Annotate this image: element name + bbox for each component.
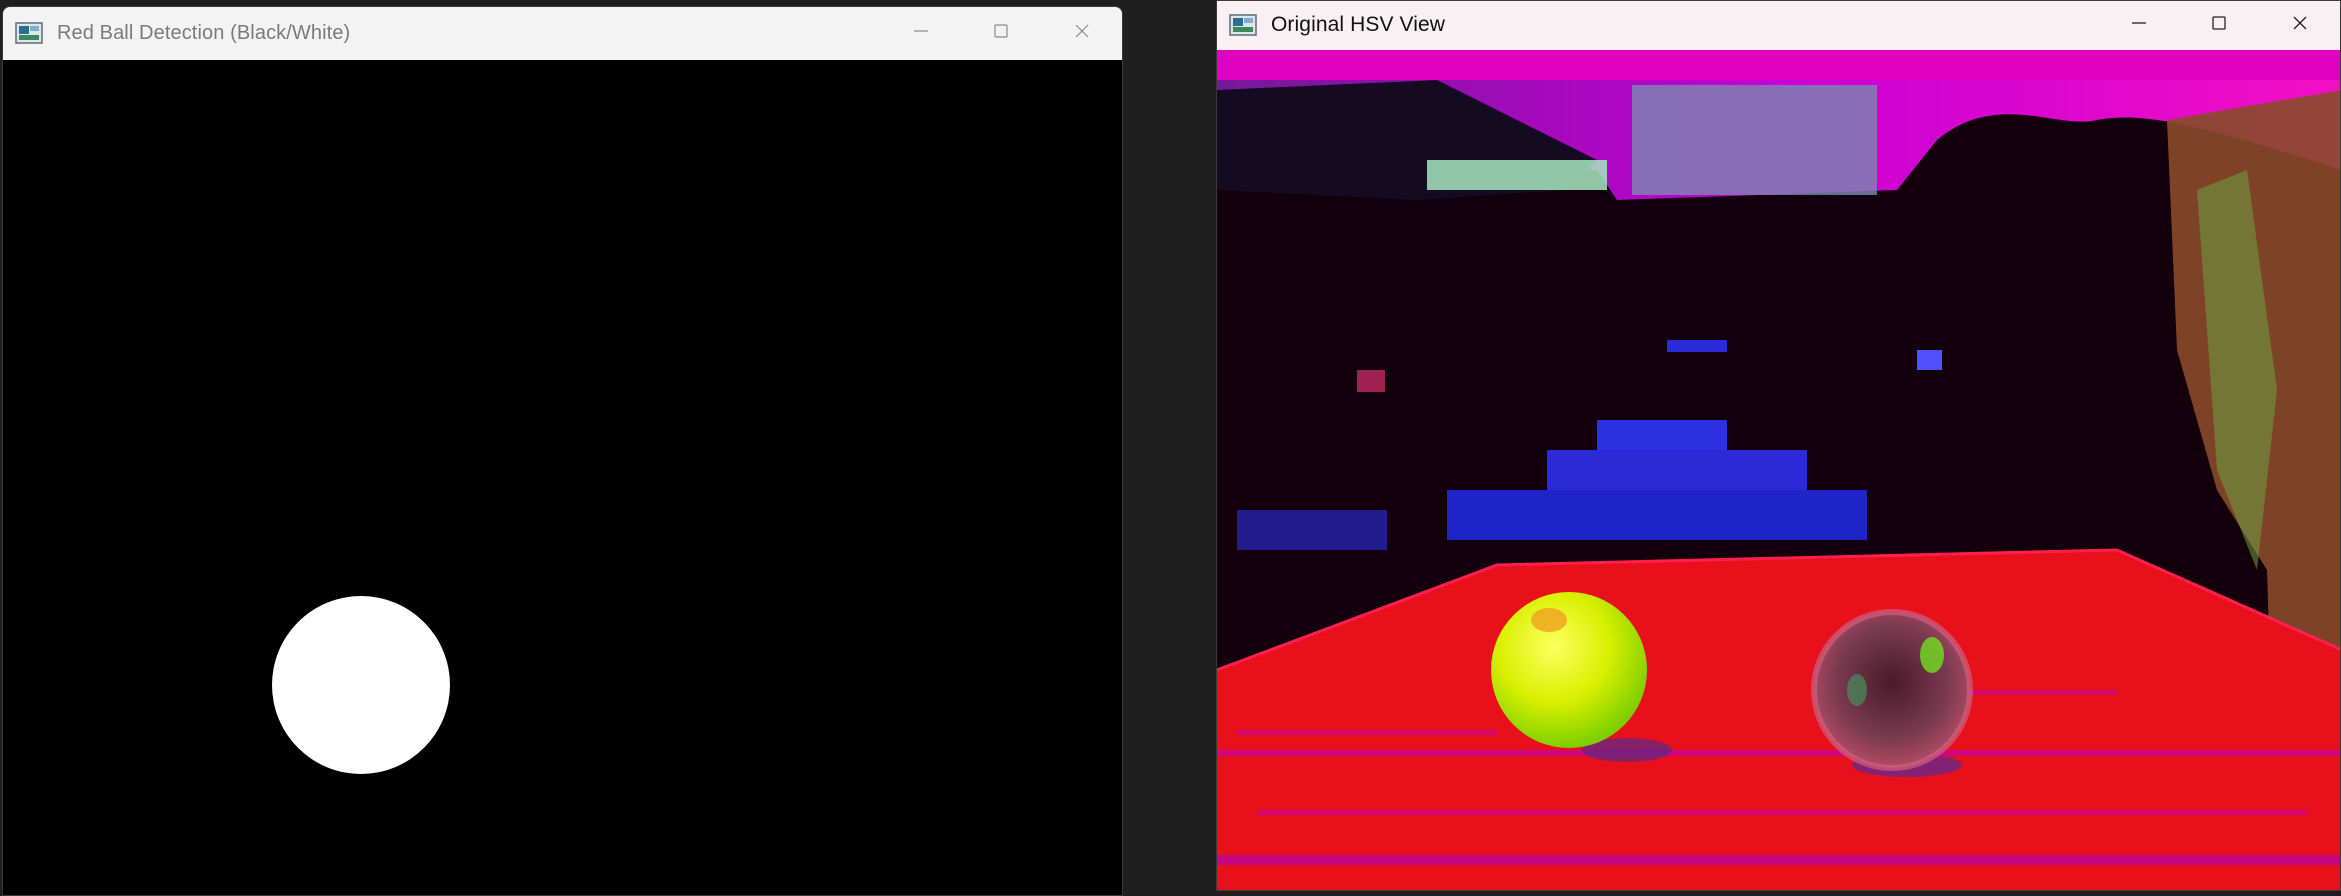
close-button[interactable] <box>1042 7 1122 59</box>
titlebar[interactable]: Red Ball Detection (Black/White) <box>3 7 1122 59</box>
minimize-button[interactable] <box>2099 1 2179 49</box>
minimize-icon <box>2131 15 2147 36</box>
app-icon <box>15 21 45 45</box>
window-title: Red Ball Detection (Black/White) <box>57 21 351 44</box>
minimize-icon <box>913 23 929 44</box>
window-original-hsv-view[interactable]: Original HSV View <box>1216 0 2341 891</box>
maximize-button[interactable] <box>2179 1 2259 49</box>
titlebar[interactable]: Original HSV View <box>1217 1 2340 49</box>
minimize-button[interactable] <box>881 7 961 59</box>
window-red-ball-detection[interactable]: Red Ball Detection (Black/White) <box>2 6 1123 896</box>
hsv-camera-view <box>1217 50 2340 890</box>
close-button[interactable] <box>2260 1 2340 49</box>
binary-mask-view <box>3 60 1122 895</box>
maximize-icon <box>993 23 1009 44</box>
maximize-button[interactable] <box>961 7 1041 59</box>
close-icon <box>2292 15 2308 36</box>
detected-ball <box>272 596 450 774</box>
close-icon <box>1074 23 1090 44</box>
maximize-icon <box>2211 15 2227 36</box>
window-title: Original HSV View <box>1271 13 1446 36</box>
app-icon <box>1229 13 1259 37</box>
